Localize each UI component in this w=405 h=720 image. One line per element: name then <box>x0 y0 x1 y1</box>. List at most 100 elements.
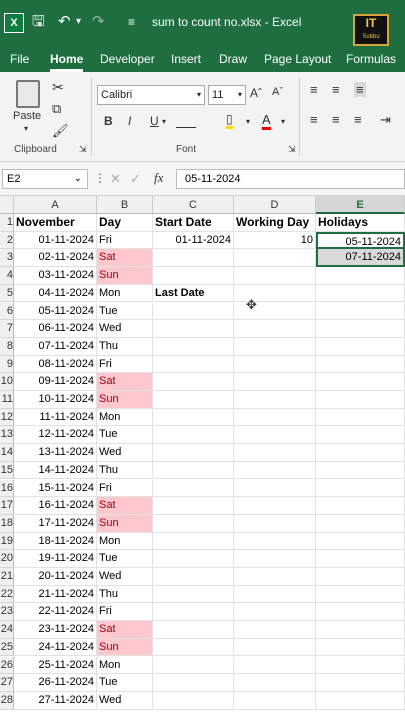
cell-c27[interactable] <box>153 674 234 692</box>
row-header[interactable]: 19 <box>0 532 14 551</box>
cell-e19[interactable] <box>316 532 405 551</box>
row-header[interactable]: 2 <box>0 231 14 250</box>
cell-d3[interactable] <box>234 249 316 268</box>
underline-dropdown-icon[interactable]: ▾ <box>162 117 166 126</box>
cell-b17[interactable]: Sat <box>97 497 153 515</box>
insert-function-icon[interactable]: fx <box>154 170 163 186</box>
cell-d14[interactable] <box>234 444 316 462</box>
cell-a8[interactable]: 07-11-2024 <box>14 337 97 356</box>
formula-input[interactable]: 05-11-2024 <box>176 169 405 189</box>
row-header[interactable]: 14 <box>0 444 14 462</box>
row-header[interactable]: 21 <box>0 568 14 586</box>
cell-d19[interactable] <box>234 532 316 551</box>
row-header[interactable]: 13 <box>0 426 14 445</box>
cell-c12[interactable] <box>153 408 234 427</box>
cell-d7[interactable] <box>234 320 316 338</box>
cell-c4[interactable] <box>153 267 234 285</box>
cell-d25[interactable] <box>234 638 316 657</box>
cell-a9[interactable]: 08-11-2024 <box>14 355 97 374</box>
cell-c14[interactable] <box>153 444 234 462</box>
cell-a18[interactable]: 17-11-2024 <box>14 514 97 533</box>
cell-a14[interactable]: 13-11-2024 <box>14 444 97 462</box>
cell-e22[interactable] <box>316 585 405 604</box>
tab-home[interactable]: Home <box>50 50 84 72</box>
cell-c8[interactable] <box>153 337 234 356</box>
cell-b23[interactable]: Fri <box>97 603 153 622</box>
cell-b14[interactable]: Wed <box>97 444 153 462</box>
font-color-dropdown-icon[interactable]: ▾ <box>281 117 285 126</box>
cell-b12[interactable]: Mon <box>97 408 153 427</box>
cell-d4[interactable] <box>234 267 316 285</box>
cell-d2[interactable]: 10 <box>234 231 316 250</box>
cell-b8[interactable]: Thu <box>97 337 153 356</box>
cell-e5[interactable] <box>316 284 405 303</box>
cell-a1[interactable]: November <box>14 214 97 232</box>
cell-e9[interactable] <box>316 355 405 374</box>
cell-a19[interactable]: 18-11-2024 <box>14 532 97 551</box>
cell-e16[interactable] <box>316 479 405 498</box>
cell-a4[interactable]: 03-11-2024 <box>14 267 97 285</box>
cell-b6[interactable]: Tue <box>97 302 153 321</box>
row-header[interactable]: 16 <box>0 479 14 498</box>
tab-insert[interactable]: Insert <box>171 50 201 68</box>
cell-b9[interactable]: Fri <box>97 355 153 374</box>
column-header-c[interactable]: C <box>153 196 234 214</box>
cell-c24[interactable] <box>153 621 234 639</box>
cell-d12[interactable] <box>234 408 316 427</box>
cell-c5[interactable]: Last Date <box>153 284 234 303</box>
cell-b1[interactable]: Day <box>97 214 153 232</box>
cell-b3[interactable]: Sat <box>97 249 153 268</box>
cell-d9[interactable] <box>234 355 316 374</box>
cell-b16[interactable]: Fri <box>97 479 153 498</box>
cell-a2[interactable]: 01-11-2024 <box>14 231 97 250</box>
cell-b22[interactable]: Thu <box>97 585 153 604</box>
row-header[interactable]: 12 <box>0 408 14 427</box>
select-all-corner[interactable] <box>0 196 14 214</box>
cell-e8[interactable] <box>316 337 405 356</box>
cell-b7[interactable]: Wed <box>97 320 153 338</box>
cell-a3[interactable]: 02-11-2024 <box>14 249 97 268</box>
cell-a6[interactable]: 05-11-2024 <box>14 302 97 321</box>
cell-a21[interactable]: 20-11-2024 <box>14 568 97 586</box>
cell-b15[interactable]: Thu <box>97 461 153 480</box>
fill-color-icon[interactable]: ▯ <box>226 112 233 129</box>
font-launcher-icon[interactable]: ⇲ <box>288 144 296 155</box>
row-header[interactable]: 17 <box>0 497 14 515</box>
clipboard-launcher-icon[interactable]: ⇲ <box>79 144 87 155</box>
cell-b11[interactable]: Sun <box>97 391 153 409</box>
row-header[interactable]: 9 <box>0 355 14 374</box>
cell-d17[interactable] <box>234 497 316 515</box>
column-header-b[interactable]: B <box>97 196 153 214</box>
undo-icon[interactable]: ↶ <box>58 12 71 32</box>
cell-c13[interactable] <box>153 426 234 445</box>
customize-toolbar-icon[interactable]: ≡ <box>128 12 135 32</box>
cell-b4[interactable]: Sun <box>97 267 153 285</box>
cell-d13[interactable] <box>234 426 316 445</box>
cell-a22[interactable]: 21-11-2024 <box>14 585 97 604</box>
cell-c20[interactable] <box>153 550 234 568</box>
cell-c28[interactable] <box>153 691 234 710</box>
row-header[interactable]: 7 <box>0 320 14 338</box>
cell-b24[interactable]: Sat <box>97 621 153 639</box>
row-header[interactable]: 18 <box>0 514 14 533</box>
row-header[interactable]: 3 <box>0 249 14 268</box>
cell-a17[interactable]: 16-11-2024 <box>14 497 97 515</box>
row-header[interactable]: 23 <box>0 603 14 622</box>
cell-a26[interactable]: 25-11-2024 <box>14 656 97 675</box>
cell-e3[interactable]: 07-11-2024 <box>316 249 405 268</box>
cell-a11[interactable]: 10-11-2024 <box>14 391 97 409</box>
row-header[interactable]: 10 <box>0 373 14 391</box>
cell-e21[interactable] <box>316 568 405 586</box>
name-box[interactable]: E2 ⌄ <box>2 169 88 189</box>
cell-c18[interactable] <box>153 514 234 533</box>
copy-icon[interactable]: ⧉ <box>52 101 61 117</box>
cell-b26[interactable]: Mon <box>97 656 153 675</box>
cell-b25[interactable]: Sun <box>97 638 153 657</box>
font-name-box[interactable]: Calibri ▾ <box>97 85 205 105</box>
cell-d8[interactable] <box>234 337 316 356</box>
confirm-entry-icon[interactable]: ✓ <box>130 171 141 187</box>
row-header[interactable]: 11 <box>0 391 14 409</box>
align-left-icon[interactable]: ≡ <box>310 112 318 127</box>
cut-icon[interactable]: ✂ <box>52 79 64 96</box>
paste-dropdown-icon[interactable]: ▾ <box>24 124 28 133</box>
